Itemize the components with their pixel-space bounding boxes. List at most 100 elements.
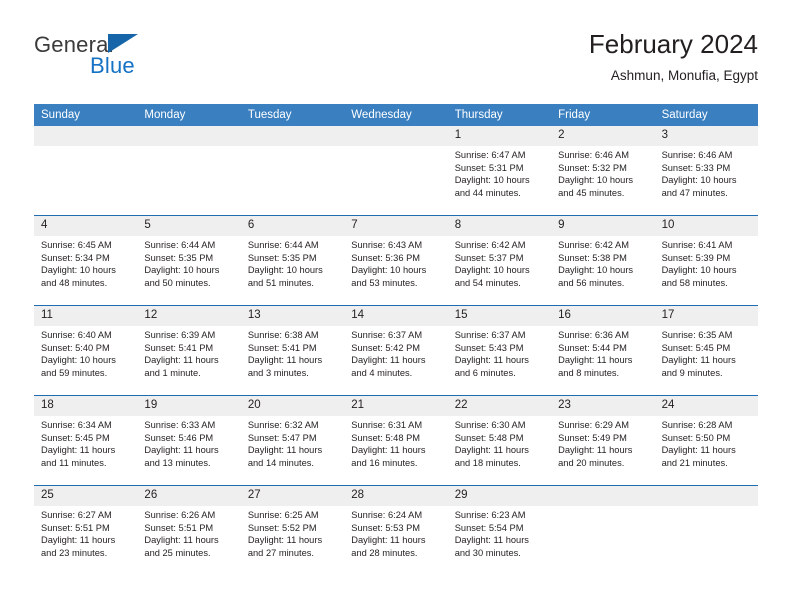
day-cell[interactable]: 17 Sunrise: 6:35 AM Sunset: 5:45 PM Dayligh… — [654, 306, 758, 395]
day-detail-line: Sunset: 5:38 PM — [558, 252, 627, 263]
day-detail-line: and 51 minutes. — [247, 277, 314, 288]
day-detail-line: Daylight: 10 hours — [247, 265, 323, 276]
day-details: Sunrise: 6:43 AM Sunset: 5:36 PM Daylight:… — [344, 236, 447, 289]
day-detail-line: and 45 minutes. — [558, 187, 625, 198]
day-cell[interactable]: 2 Sunrise: 6:46 AM Sunset: 5:32 PM Daylight… — [551, 126, 655, 215]
day-cell[interactable]: 20 Sunrise: 6:32 AM Sunset: 5:47 PM Dayligh… — [240, 396, 345, 485]
day-number: 5 — [137, 216, 241, 236]
day-detail-line: and 8 minutes. — [558, 367, 620, 378]
day-detail-line: Sunrise: 6:32 AM — [247, 420, 319, 430]
day-detail-line: Daylight: 11 hours — [454, 535, 529, 546]
day-detail-line: Daylight: 10 hours — [558, 175, 634, 186]
day-detail-line: Sunrise: 6:40 AM — [41, 330, 112, 340]
day-cell-empty — [654, 486, 758, 575]
day-cell[interactable]: 27 Sunrise: 6:25 AM Sunset: 5:52 PM Dayligh… — [240, 486, 345, 575]
day-detail-line: and 6 minutes. — [454, 367, 516, 378]
day-cell[interactable]: 7 Sunrise: 6:43 AM Sunset: 5:36 PM Daylight… — [344, 216, 448, 305]
day-cell[interactable]: 8 Sunrise: 6:42 AM Sunset: 5:37 PM Daylight… — [447, 216, 552, 305]
day-cell[interactable]: 28 Sunrise: 6:24 AM Sunset: 5:53 PM Dayligh… — [344, 486, 448, 575]
day-details: Sunrise: 6:33 AM Sunset: 5:46 PM Daylight:… — [137, 416, 240, 469]
day-details: Sunrise: 6:47 AM Sunset: 5:31 PM Daylight:… — [448, 146, 551, 199]
day-detail-line: and 4 minutes. — [351, 367, 413, 378]
day-cell[interactable]: 18 Sunrise: 6:34 AM Sunset: 5:45 PM Dayligh… — [34, 396, 138, 485]
day-number: 28 — [344, 486, 448, 506]
day-detail-line: and 28 minutes. — [351, 547, 418, 558]
day-detail-line: Daylight: 10 hours — [454, 265, 530, 276]
day-cell-empty — [240, 126, 345, 215]
day-detail-line: and 20 minutes. — [558, 457, 625, 468]
calendar-page: General Blue February 2024 Ashmun, Monuf… — [0, 0, 792, 612]
day-detail-line: and 3 minutes. — [247, 367, 309, 378]
day-cell[interactable]: 29 Sunrise: 6:23 AM Sunset: 5:54 PM Dayligh… — [447, 486, 552, 575]
day-details: Sunrise: 6:24 AM Sunset: 5:53 PM Daylight:… — [344, 506, 447, 559]
day-detail-line: Sunrise: 6:42 AM — [558, 240, 629, 250]
day-details: Sunrise: 6:45 AM Sunset: 5:34 PM Daylight:… — [34, 236, 137, 289]
day-number: 7 — [344, 216, 448, 236]
day-detail-line: and 44 minutes. — [454, 187, 521, 198]
day-detail-line: Daylight: 10 hours — [454, 175, 530, 186]
day-detail-line: Sunrise: 6:31 AM — [351, 420, 423, 430]
day-cell[interactable]: 24 Sunrise: 6:28 AM Sunset: 5:50 PM Dayligh… — [654, 396, 758, 485]
day-detail-line: Daylight: 10 hours — [144, 265, 220, 276]
day-detail-line: and 30 minutes. — [454, 547, 521, 558]
weekday-header-row: Sunday Monday Tuesday Wednesday Thursday Frid… — [34, 104, 758, 126]
day-detail-line: Sunset: 5:36 PM — [351, 252, 421, 263]
day-detail-line: Sunrise: 6:27 AM — [41, 510, 112, 520]
day-detail-line: and 59 minutes. — [41, 367, 108, 378]
day-details: Sunrise: 6:42 AM Sunset: 5:38 PM Daylight:… — [551, 236, 654, 289]
day-number: 25 — [34, 486, 138, 506]
day-cell[interactable]: 12 Sunrise: 6:39 AM Sunset: 5:41 PM Dayligh… — [137, 306, 241, 395]
day-detail-line: Sunset: 5:43 PM — [454, 342, 524, 353]
day-cell[interactable]: 14 Sunrise: 6:37 AM Sunset: 5:42 PM Dayligh… — [344, 306, 448, 395]
day-number: 19 — [137, 396, 241, 416]
day-cell-empty — [137, 126, 241, 215]
day-cell[interactable]: 26 Sunrise: 6:26 AM Sunset: 5:51 PM Dayligh… — [137, 486, 241, 575]
day-detail-line: Sunrise: 6:33 AM — [144, 420, 216, 430]
day-detail-line: Daylight: 11 hours — [454, 355, 529, 366]
day-details: Sunrise: 6:25 AM Sunset: 5:52 PM Daylight:… — [241, 506, 344, 559]
day-cell[interactable]: 11 Sunrise: 6:40 AM Sunset: 5:40 PM Dayligh… — [34, 306, 138, 395]
day-details: Sunrise: 6:32 AM Sunset: 5:47 PM Daylight:… — [241, 416, 344, 469]
weekday-header-monday: Monday — [144, 109, 186, 121]
day-detail-line: Daylight: 11 hours — [351, 355, 426, 366]
weekday-header-wednesday: Wednesday — [351, 109, 412, 121]
day-cell[interactable]: 15 Sunrise: 6:37 AM Sunset: 5:43 PM Dayligh… — [447, 306, 552, 395]
day-detail-line: Daylight: 10 hours — [41, 355, 116, 366]
day-detail-line: Sunrise: 6:41 AM — [661, 240, 733, 250]
day-cell[interactable]: 6 Sunrise: 6:44 AM Sunset: 5:35 PM Daylight… — [240, 216, 345, 305]
day-cell[interactable]: 22 Sunrise: 6:30 AM Sunset: 5:48 PM Dayligh… — [447, 396, 552, 485]
day-detail-line: Daylight: 11 hours — [144, 355, 219, 366]
day-detail-line: and 13 minutes. — [144, 457, 211, 468]
day-cell[interactable]: 25 Sunrise: 6:27 AM Sunset: 5:51 PM Dayligh… — [34, 486, 138, 575]
day-cell[interactable]: 3 Sunrise: 6:46 AM Sunset: 5:33 PM Daylight… — [654, 126, 758, 215]
day-cell[interactable]: 9 Sunrise: 6:42 AM Sunset: 5:38 PM Daylight… — [551, 216, 655, 305]
day-detail-line: and 16 minutes. — [351, 457, 418, 468]
day-cell[interactable]: 21 Sunrise: 6:31 AM Sunset: 5:48 PM Dayligh… — [344, 396, 448, 485]
day-cell[interactable]: 1 Sunrise: 6:47 AM Sunset: 5:31 PM Daylight… — [447, 126, 552, 215]
day-number: 29 — [447, 486, 552, 506]
day-detail-line: Daylight: 11 hours — [661, 355, 736, 366]
day-cell[interactable]: 16 Sunrise: 6:36 AM Sunset: 5:44 PM Dayligh… — [551, 306, 655, 395]
day-number — [344, 126, 448, 146]
general-blue-logo[interactable]: General Blue — [34, 32, 264, 88]
calendar-week-row: 4 Sunrise: 6:45 AM Sunset: 5:34 PM Daylight… — [34, 215, 758, 305]
day-cell[interactable]: 13 Sunrise: 6:38 AM Sunset: 5:41 PM Dayligh… — [240, 306, 345, 395]
day-cell[interactable]: 5 Sunrise: 6:44 AM Sunset: 5:35 PM Daylight… — [137, 216, 241, 305]
day-details: Sunrise: 6:30 AM Sunset: 5:48 PM Daylight:… — [448, 416, 551, 469]
day-detail-line: Daylight: 11 hours — [41, 535, 116, 546]
logo-triangle-icon — [108, 34, 138, 53]
day-cell[interactable]: 4 Sunrise: 6:45 AM Sunset: 5:34 PM Daylight… — [34, 216, 138, 305]
day-detail-line: Sunset: 5:50 PM — [661, 432, 731, 443]
day-detail-line: Sunrise: 6:36 AM — [558, 330, 629, 340]
day-details: Sunrise: 6:36 AM Sunset: 5:44 PM Daylight:… — [551, 326, 654, 379]
day-number: 11 — [34, 306, 138, 326]
day-detail-line: Daylight: 11 hours — [247, 355, 323, 366]
day-detail-line: Sunset: 5:53 PM — [351, 522, 421, 533]
day-detail-line: Daylight: 10 hours — [661, 265, 737, 276]
day-cell[interactable]: 10 Sunrise: 6:41 AM Sunset: 5:39 PM Dayligh… — [654, 216, 758, 305]
title-block: February 2024 Ashmun, Monufia, Egypt — [589, 28, 758, 86]
day-cell[interactable]: 19 Sunrise: 6:33 AM Sunset: 5:46 PM Dayligh… — [137, 396, 241, 485]
day-detail-line: Sunset: 5:40 PM — [41, 342, 110, 353]
day-detail-line: Sunrise: 6:24 AM — [351, 510, 423, 520]
day-cell[interactable]: 23 Sunrise: 6:29 AM Sunset: 5:49 PM Dayligh… — [551, 396, 655, 485]
